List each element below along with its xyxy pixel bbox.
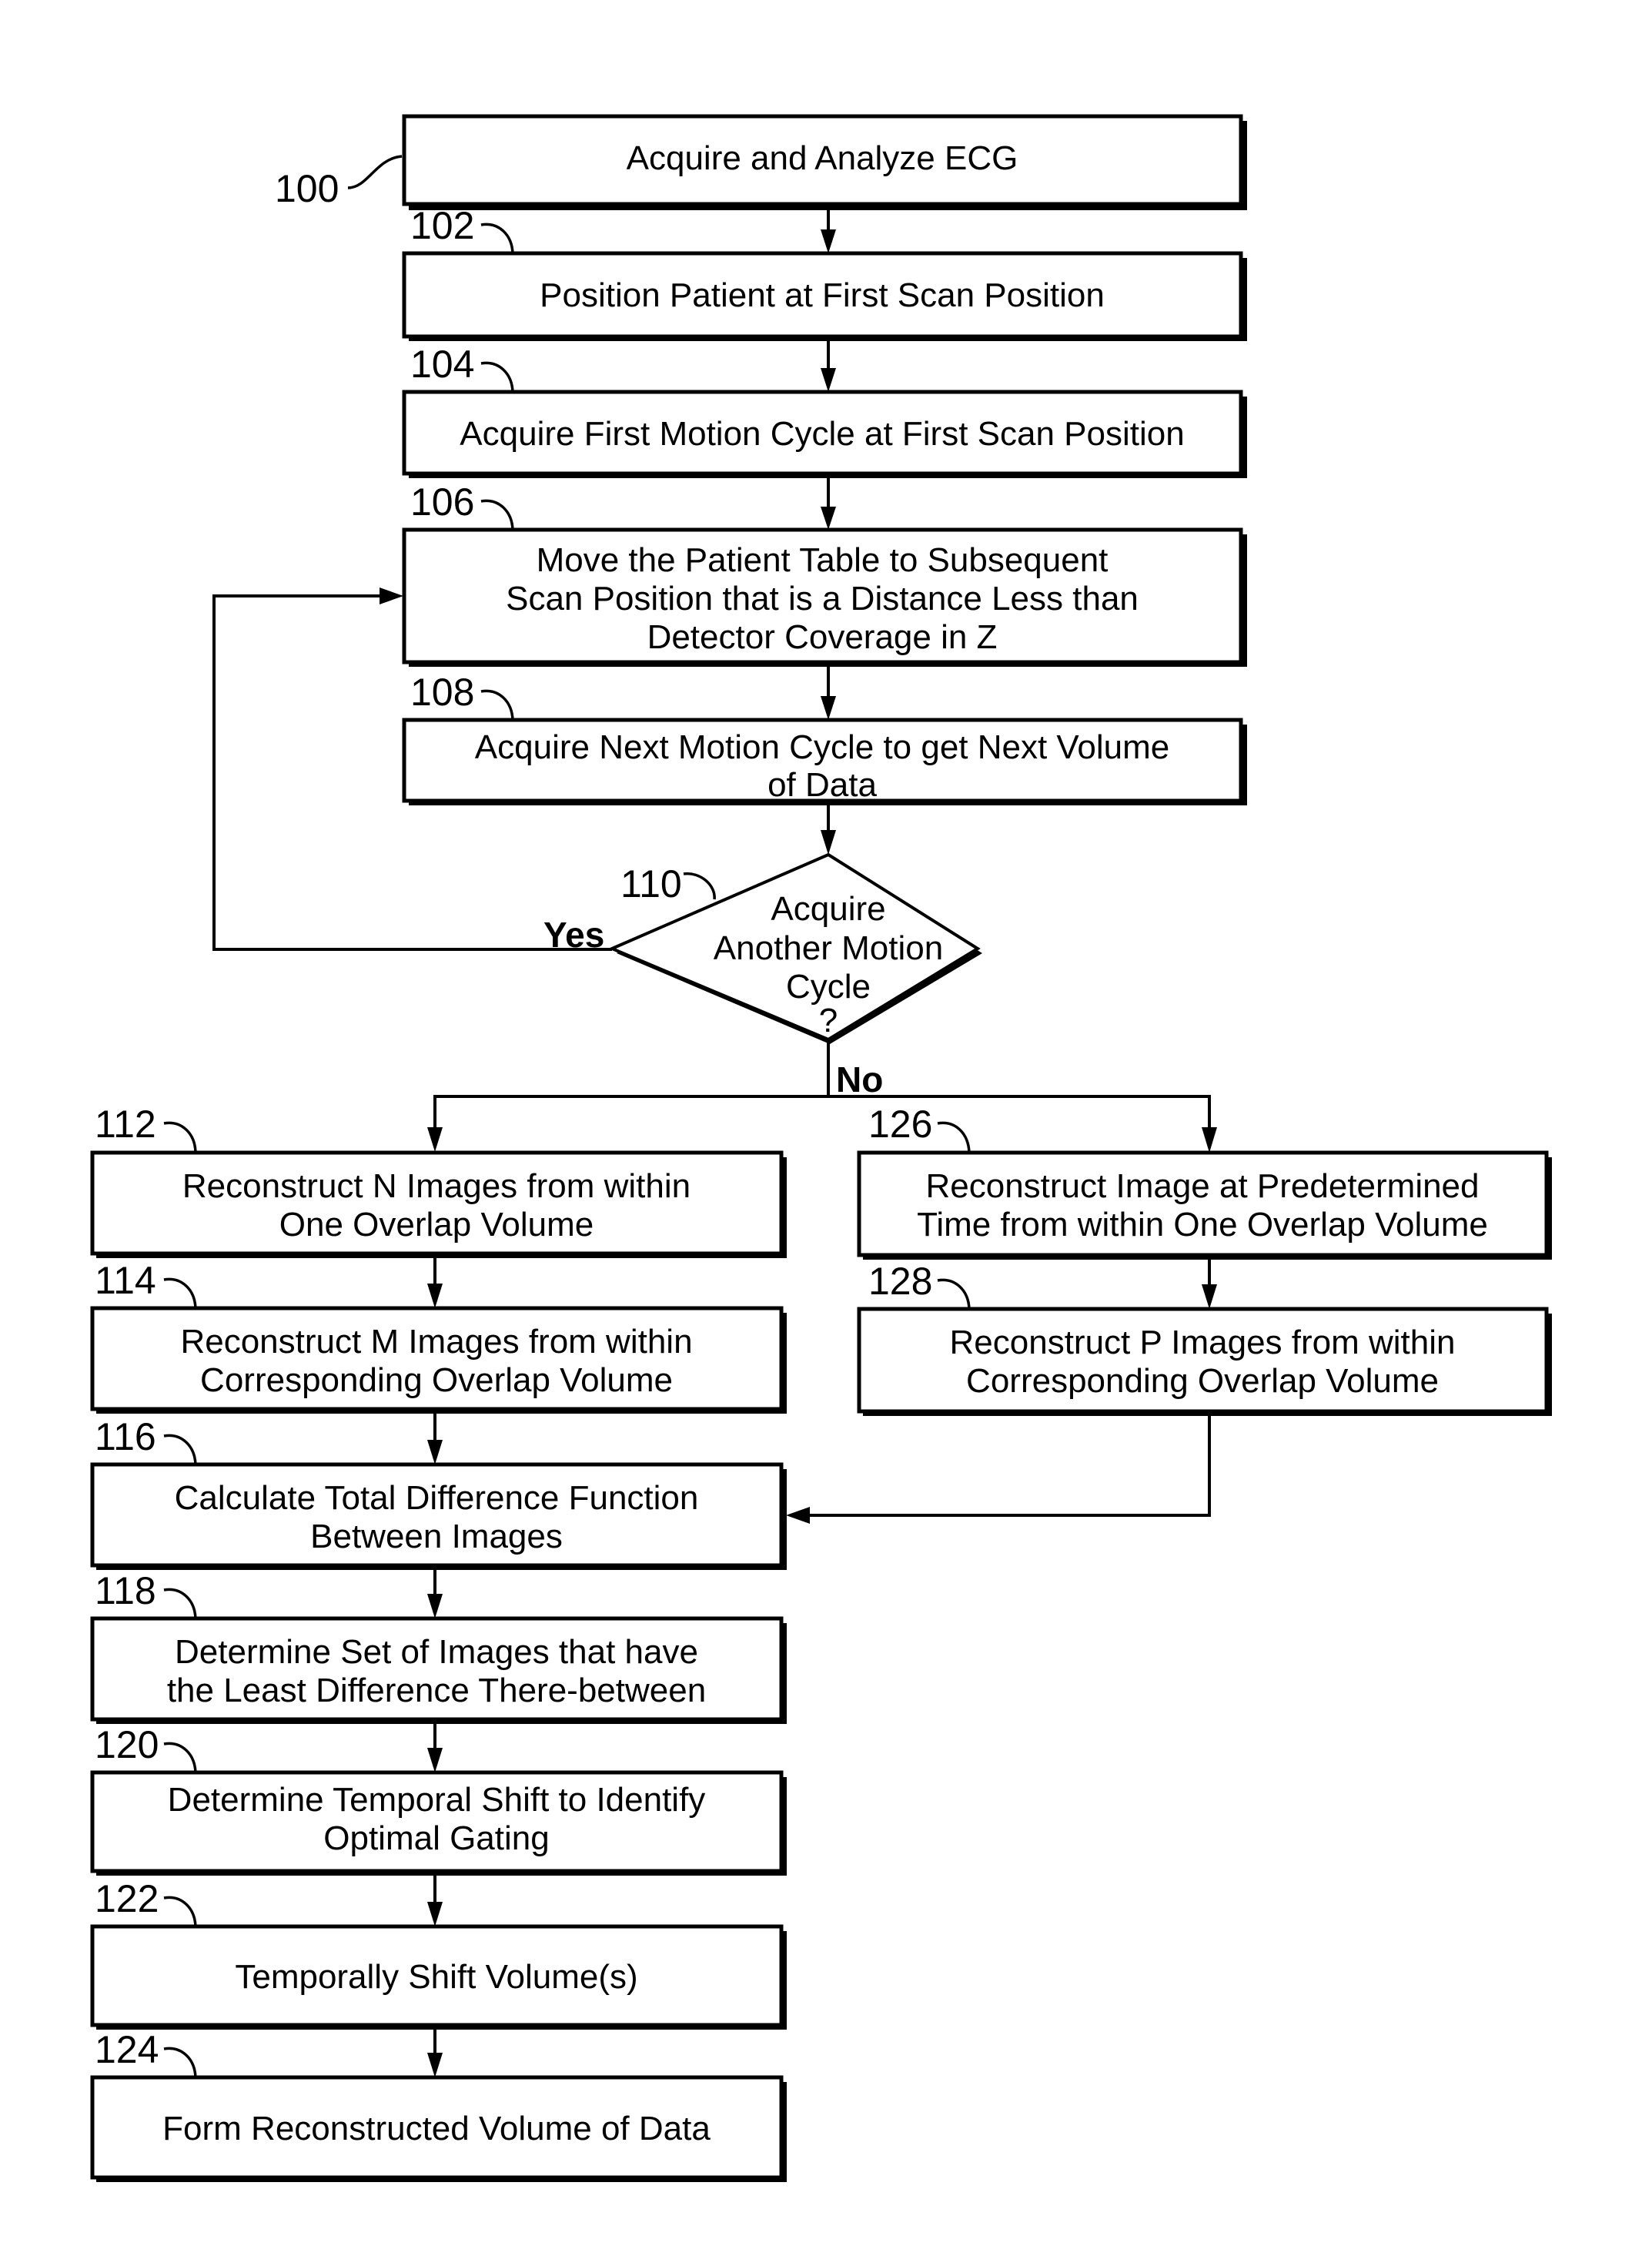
step-100: Acquire and Analyze ECG — [402, 114, 1247, 210]
yes-label: Yes — [543, 915, 604, 955]
step-text-line-2: One Overlap Volume — [279, 1206, 594, 1243]
ref-label-114: 114 — [95, 1259, 156, 1302]
connector-no-split — [433, 1095, 1211, 1129]
arrowhead-122 — [427, 1902, 443, 1926]
ref-label-118: 118 — [95, 1569, 156, 1612]
flowchart: Acquire and Analyze ECG Position Patient… — [90, 114, 1552, 2182]
arrowhead-128 — [1202, 1284, 1217, 1309]
step-text-line-1: Reconstruct N Images from within — [182, 1167, 691, 1205]
step-text: Acquire First Motion Cycle at First Scan… — [460, 415, 1184, 453]
leader-line-128 — [937, 1278, 971, 1310]
leader-line-116 — [163, 1434, 197, 1465]
ref-label-120: 120 — [95, 1723, 159, 1766]
ref-label-122: 122 — [95, 1877, 159, 1920]
leader-line-122 — [163, 1896, 197, 1927]
decision-text-line-3: Cycle — [786, 968, 871, 1006]
step-114: Reconstruct M Images from within Corresp… — [90, 1306, 787, 1414]
arrowhead-128-116 — [786, 1507, 810, 1524]
step-118: Determine Set of Images that have the Le… — [90, 1616, 787, 1724]
arrowhead-106 — [821, 507, 836, 530]
ref-label-124: 124 — [95, 2028, 159, 2071]
step-116: Calculate Total Difference Function Betw… — [90, 1462, 787, 1570]
step-text: Temporally Shift Volume(s) — [235, 1958, 637, 1996]
step-text-line-1: Acquire Next Motion Cycle to get Next Vo… — [475, 728, 1169, 766]
step-104: Acquire First Motion Cycle at First Scan… — [402, 390, 1247, 478]
step-text-line-2: the Least Difference There-between — [167, 1672, 706, 1709]
leader-line-124 — [163, 2047, 197, 2078]
arrowhead-110 — [821, 830, 836, 855]
connector-128-116 — [808, 1415, 1211, 1517]
step-text-line-1: Determine Temporal Shift to Identify — [168, 1781, 706, 1819]
step-text-line-2: of Data — [767, 766, 877, 804]
arrowhead-116 — [427, 1440, 443, 1464]
leader-line-120 — [163, 1742, 197, 1773]
ref-label-102: 102 — [410, 204, 474, 247]
leader-line-104 — [480, 361, 514, 393]
decision-text-line-4: ? — [819, 1002, 838, 1039]
arrowhead-124 — [427, 2053, 443, 2077]
step-124: Form Reconstructed Volume of Data — [90, 2075, 787, 2182]
step-108: Acquire Next Motion Cycle to get Next Vo… — [402, 718, 1247, 805]
arrowhead-loop — [380, 587, 403, 604]
step-text-line-1: Move the Patient Table to Subsequent — [537, 541, 1109, 579]
step-text-line-1: Determine Set of Images that have — [175, 1633, 698, 1671]
step-text-line-1: Calculate Total Difference Function — [175, 1479, 699, 1517]
arrowhead-102 — [821, 229, 836, 253]
step-text: Position Patient at First Scan Position — [540, 276, 1105, 314]
ref-label-116: 116 — [95, 1415, 156, 1458]
step-text-line-2: Time from within One Overlap Volume — [917, 1206, 1488, 1243]
arrowhead-114 — [427, 1284, 443, 1308]
leader-line-110 — [683, 872, 716, 900]
ref-label-100: 100 — [275, 167, 339, 210]
step-112: Reconstruct N Images from within One Ove… — [90, 1150, 787, 1258]
arrowhead-112 — [427, 1127, 443, 1152]
ref-label-126: 126 — [868, 1103, 932, 1146]
no-label: No — [836, 1059, 883, 1100]
arrowhead-120 — [427, 1748, 443, 1772]
arrowhead-104 — [821, 368, 836, 392]
leader-line-114 — [163, 1277, 197, 1309]
leader-line-100 — [347, 155, 403, 189]
step-122: Temporally Shift Volume(s) — [90, 1924, 787, 2030]
step-text-line-2: Between Images — [310, 1518, 563, 1555]
arrowhead-108 — [821, 696, 836, 720]
leader-line-102 — [480, 223, 514, 254]
ref-label-112: 112 — [95, 1103, 156, 1146]
ref-label-108: 108 — [410, 671, 474, 714]
ref-label-110: 110 — [620, 862, 682, 905]
step-128: Reconstruct P Images from within Corresp… — [857, 1307, 1552, 1416]
step-text-line-1: Reconstruct Image at Predetermined — [925, 1167, 1479, 1205]
step-text: Acquire and Analyze ECG — [627, 139, 1018, 177]
step-text-line-2: Scan Position that is a Distance Less th… — [506, 580, 1139, 618]
ref-label-128: 128 — [868, 1260, 932, 1303]
decision-text-line-1: Acquire — [771, 890, 885, 928]
ref-label-106: 106 — [410, 480, 474, 524]
arrowhead-126 — [1202, 1127, 1217, 1153]
step-text: Form Reconstructed Volume of Data — [162, 2110, 711, 2147]
step-120: Determine Temporal Shift to Identify Opt… — [90, 1770, 787, 1876]
leader-line-106 — [480, 499, 514, 531]
step-126: Reconstruct Image at Predetermined Time … — [857, 1150, 1552, 1260]
step-text-line-2: Corresponding Overlap Volume — [966, 1362, 1439, 1400]
step-text-line-2: Optimal Gating — [323, 1819, 549, 1857]
step-106: Move the Patient Table to Subsequent Sca… — [402, 527, 1247, 667]
leader-line-108 — [480, 689, 514, 721]
step-text-line-1: Reconstruct P Images from within — [950, 1324, 1456, 1361]
step-text-line-3: Detector Coverage in Z — [647, 618, 998, 656]
ref-label-104: 104 — [410, 343, 474, 386]
step-text-line-2: Corresponding Overlap Volume — [200, 1361, 673, 1399]
step-text-line-1: Reconstruct M Images from within — [180, 1323, 692, 1361]
arrowhead-118 — [427, 1594, 443, 1618]
leader-line-126 — [937, 1121, 971, 1153]
leader-line-112 — [163, 1121, 197, 1153]
decision-text-line-2: Another Motion — [714, 929, 943, 967]
step-102: Position Patient at First Scan Position — [402, 251, 1247, 341]
leader-line-118 — [163, 1588, 197, 1619]
